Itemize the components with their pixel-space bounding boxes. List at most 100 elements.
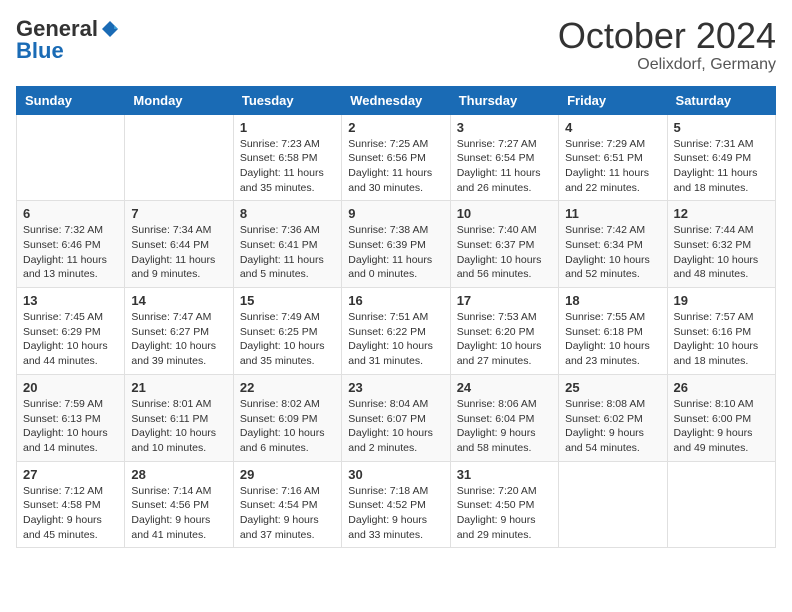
day-number: 18 xyxy=(565,293,660,308)
day-number: 20 xyxy=(23,380,118,395)
logo-icon xyxy=(100,19,120,39)
calendar-cell: 25Sunrise: 8:08 AMSunset: 6:02 PMDayligh… xyxy=(559,374,667,461)
day-number: 10 xyxy=(457,206,552,221)
calendar-cell: 6 Sunrise: 7:32 AMSunset: 6:46 PMDaylight… xyxy=(17,201,125,288)
day-number: 24 xyxy=(457,380,552,395)
calendar-cell: 29 Sunrise: 7:16 AMSunset: 4:54 PMDayligh… xyxy=(233,461,341,548)
day-info: Sunrise: 7:53 AMSunset: 6:20 PMDaylight:… xyxy=(457,310,552,369)
day-info: Sunrise: 7:12 AMSunset: 4:58 PMDaylight:… xyxy=(23,484,118,543)
day-number: 19 xyxy=(674,293,769,308)
day-info: Sunrise: 7:20 AMSunset: 4:50 PMDaylight:… xyxy=(457,484,552,543)
calendar-cell: 19 Sunrise: 7:57 AMSunset: 6:16 PMDayligh… xyxy=(667,288,775,375)
day-number: 30 xyxy=(348,467,443,482)
calendar-week-row: 20 Sunrise: 7:59 AMSunset: 6:13 PMDayligh… xyxy=(17,374,776,461)
day-number: 8 xyxy=(240,206,335,221)
weekday-header-thursday: Thursday xyxy=(450,86,558,114)
calendar-cell: 12Sunrise: 7:44 AMSunset: 6:32 PMDayligh… xyxy=(667,201,775,288)
day-info: Sunrise: 7:38 AMSunset: 6:39 PMDaylight:… xyxy=(348,223,443,282)
calendar-cell: 10 Sunrise: 7:40 AMSunset: 6:37 PMDayligh… xyxy=(450,201,558,288)
calendar-week-row: 1 Sunrise: 7:23 AMSunset: 6:58 PMDaylight… xyxy=(17,114,776,201)
calendar-cell: 16 Sunrise: 7:51 AMSunset: 6:22 PMDayligh… xyxy=(342,288,450,375)
calendar-week-row: 13Sunrise: 7:45 AMSunset: 6:29 PMDayligh… xyxy=(17,288,776,375)
title-section: October 2024 Oelixdorf, Germany xyxy=(558,16,776,74)
logo: General Blue xyxy=(16,16,122,64)
day-number: 15 xyxy=(240,293,335,308)
calendar-cell: 20 Sunrise: 7:59 AMSunset: 6:13 PMDayligh… xyxy=(17,374,125,461)
day-number: 27 xyxy=(23,467,118,482)
calendar-cell: 3Sunrise: 7:27 AMSunset: 6:54 PMDaylight… xyxy=(450,114,558,201)
day-info: Sunrise: 8:04 AMSunset: 6:07 PMDaylight:… xyxy=(348,397,443,456)
day-number: 5 xyxy=(674,120,769,135)
day-info: Sunrise: 7:14 AMSunset: 4:56 PMDaylight:… xyxy=(131,484,226,543)
day-info: Sunrise: 7:23 AMSunset: 6:58 PMDaylight:… xyxy=(240,137,335,196)
calendar-cell: 11 Sunrise: 7:42 AMSunset: 6:34 PMDayligh… xyxy=(559,201,667,288)
day-info: Sunrise: 8:10 AMSunset: 6:00 PMDaylight:… xyxy=(674,397,769,456)
calendar-cell: 5 Sunrise: 7:31 AMSunset: 6:49 PMDaylight… xyxy=(667,114,775,201)
calendar-cell: 15 Sunrise: 7:49 AMSunset: 6:25 PMDayligh… xyxy=(233,288,341,375)
calendar-cell: 22 Sunrise: 8:02 AMSunset: 6:09 PMDayligh… xyxy=(233,374,341,461)
day-number: 4 xyxy=(565,120,660,135)
day-number: 23 xyxy=(348,380,443,395)
day-info: Sunrise: 7:49 AMSunset: 6:25 PMDaylight:… xyxy=(240,310,335,369)
day-info: Sunrise: 7:18 AMSunset: 4:52 PMDaylight:… xyxy=(348,484,443,543)
day-info: Sunrise: 7:59 AMSunset: 6:13 PMDaylight:… xyxy=(23,397,118,456)
day-info: Sunrise: 7:47 AMSunset: 6:27 PMDaylight:… xyxy=(131,310,226,369)
day-number: 7 xyxy=(131,206,226,221)
day-number: 28 xyxy=(131,467,226,482)
calendar-cell: 7 Sunrise: 7:34 AMSunset: 6:44 PMDaylight… xyxy=(125,201,233,288)
day-number: 6 xyxy=(23,206,118,221)
day-info: Sunrise: 7:42 AMSunset: 6:34 PMDaylight:… xyxy=(565,223,660,282)
day-info: Sunrise: 8:06 AMSunset: 6:04 PMDaylight:… xyxy=(457,397,552,456)
day-number: 16 xyxy=(348,293,443,308)
calendar-cell: 26 Sunrise: 8:10 AMSunset: 6:00 PMDayligh… xyxy=(667,374,775,461)
day-info: Sunrise: 7:34 AMSunset: 6:44 PMDaylight:… xyxy=(131,223,226,282)
day-info: Sunrise: 7:16 AMSunset: 4:54 PMDaylight:… xyxy=(240,484,335,543)
day-number: 25 xyxy=(565,380,660,395)
day-info: Sunrise: 7:25 AMSunset: 6:56 PMDaylight:… xyxy=(348,137,443,196)
calendar-cell: 17 Sunrise: 7:53 AMSunset: 6:20 PMDayligh… xyxy=(450,288,558,375)
day-number: 2 xyxy=(348,120,443,135)
day-info: Sunrise: 7:55 AMSunset: 6:18 PMDaylight:… xyxy=(565,310,660,369)
day-info: Sunrise: 7:27 AMSunset: 6:54 PMDaylight:… xyxy=(457,137,552,196)
day-info: Sunrise: 7:57 AMSunset: 6:16 PMDaylight:… xyxy=(674,310,769,369)
day-number: 13 xyxy=(23,293,118,308)
calendar-cell: 4 Sunrise: 7:29 AMSunset: 6:51 PMDaylight… xyxy=(559,114,667,201)
calendar-cell: 21 Sunrise: 8:01 AMSunset: 6:11 PMDayligh… xyxy=(125,374,233,461)
calendar-cell: 27 Sunrise: 7:12 AMSunset: 4:58 PMDayligh… xyxy=(17,461,125,548)
day-number: 29 xyxy=(240,467,335,482)
day-info: Sunrise: 7:31 AMSunset: 6:49 PMDaylight:… xyxy=(674,137,769,196)
day-number: 21 xyxy=(131,380,226,395)
location-title: Oelixdorf, Germany xyxy=(558,56,776,74)
day-info: Sunrise: 8:01 AMSunset: 6:11 PMDaylight:… xyxy=(131,397,226,456)
day-info: Sunrise: 7:36 AMSunset: 6:41 PMDaylight:… xyxy=(240,223,335,282)
day-number: 1 xyxy=(240,120,335,135)
calendar-cell xyxy=(125,114,233,201)
month-title: October 2024 xyxy=(558,16,776,56)
day-info: Sunrise: 7:51 AMSunset: 6:22 PMDaylight:… xyxy=(348,310,443,369)
calendar-cell: 23 Sunrise: 8:04 AMSunset: 6:07 PMDayligh… xyxy=(342,374,450,461)
page-header: General Blue October 2024 Oelixdorf, Ger… xyxy=(16,16,776,74)
calendar-cell: 8 Sunrise: 7:36 AMSunset: 6:41 PMDaylight… xyxy=(233,201,341,288)
calendar-cell: 31 Sunrise: 7:20 AMSunset: 4:50 PMDayligh… xyxy=(450,461,558,548)
day-number: 17 xyxy=(457,293,552,308)
day-number: 31 xyxy=(457,467,552,482)
calendar-cell: 14Sunrise: 7:47 AMSunset: 6:27 PMDayligh… xyxy=(125,288,233,375)
calendar-cell: 13Sunrise: 7:45 AMSunset: 6:29 PMDayligh… xyxy=(17,288,125,375)
calendar-cell: 18 Sunrise: 7:55 AMSunset: 6:18 PMDayligh… xyxy=(559,288,667,375)
calendar-cell: 2 Sunrise: 7:25 AMSunset: 6:56 PMDaylight… xyxy=(342,114,450,201)
day-number: 26 xyxy=(674,380,769,395)
calendar-week-row: 27 Sunrise: 7:12 AMSunset: 4:58 PMDayligh… xyxy=(17,461,776,548)
day-info: Sunrise: 7:29 AMSunset: 6:51 PMDaylight:… xyxy=(565,137,660,196)
day-info: Sunrise: 7:40 AMSunset: 6:37 PMDaylight:… xyxy=(457,223,552,282)
weekday-header-saturday: Saturday xyxy=(667,86,775,114)
day-number: 22 xyxy=(240,380,335,395)
calendar-cell: 1 Sunrise: 7:23 AMSunset: 6:58 PMDaylight… xyxy=(233,114,341,201)
day-info: Sunrise: 8:02 AMSunset: 6:09 PMDaylight:… xyxy=(240,397,335,456)
calendar-cell xyxy=(17,114,125,201)
calendar-week-row: 6 Sunrise: 7:32 AMSunset: 6:46 PMDaylight… xyxy=(17,201,776,288)
calendar-cell: 9Sunrise: 7:38 AMSunset: 6:39 PMDaylight… xyxy=(342,201,450,288)
logo-blue: Blue xyxy=(16,38,64,64)
day-info: Sunrise: 7:32 AMSunset: 6:46 PMDaylight:… xyxy=(23,223,118,282)
day-number: 11 xyxy=(565,206,660,221)
calendar-header-row: SundayMondayTuesdayWednesdayThursdayFrid… xyxy=(17,86,776,114)
